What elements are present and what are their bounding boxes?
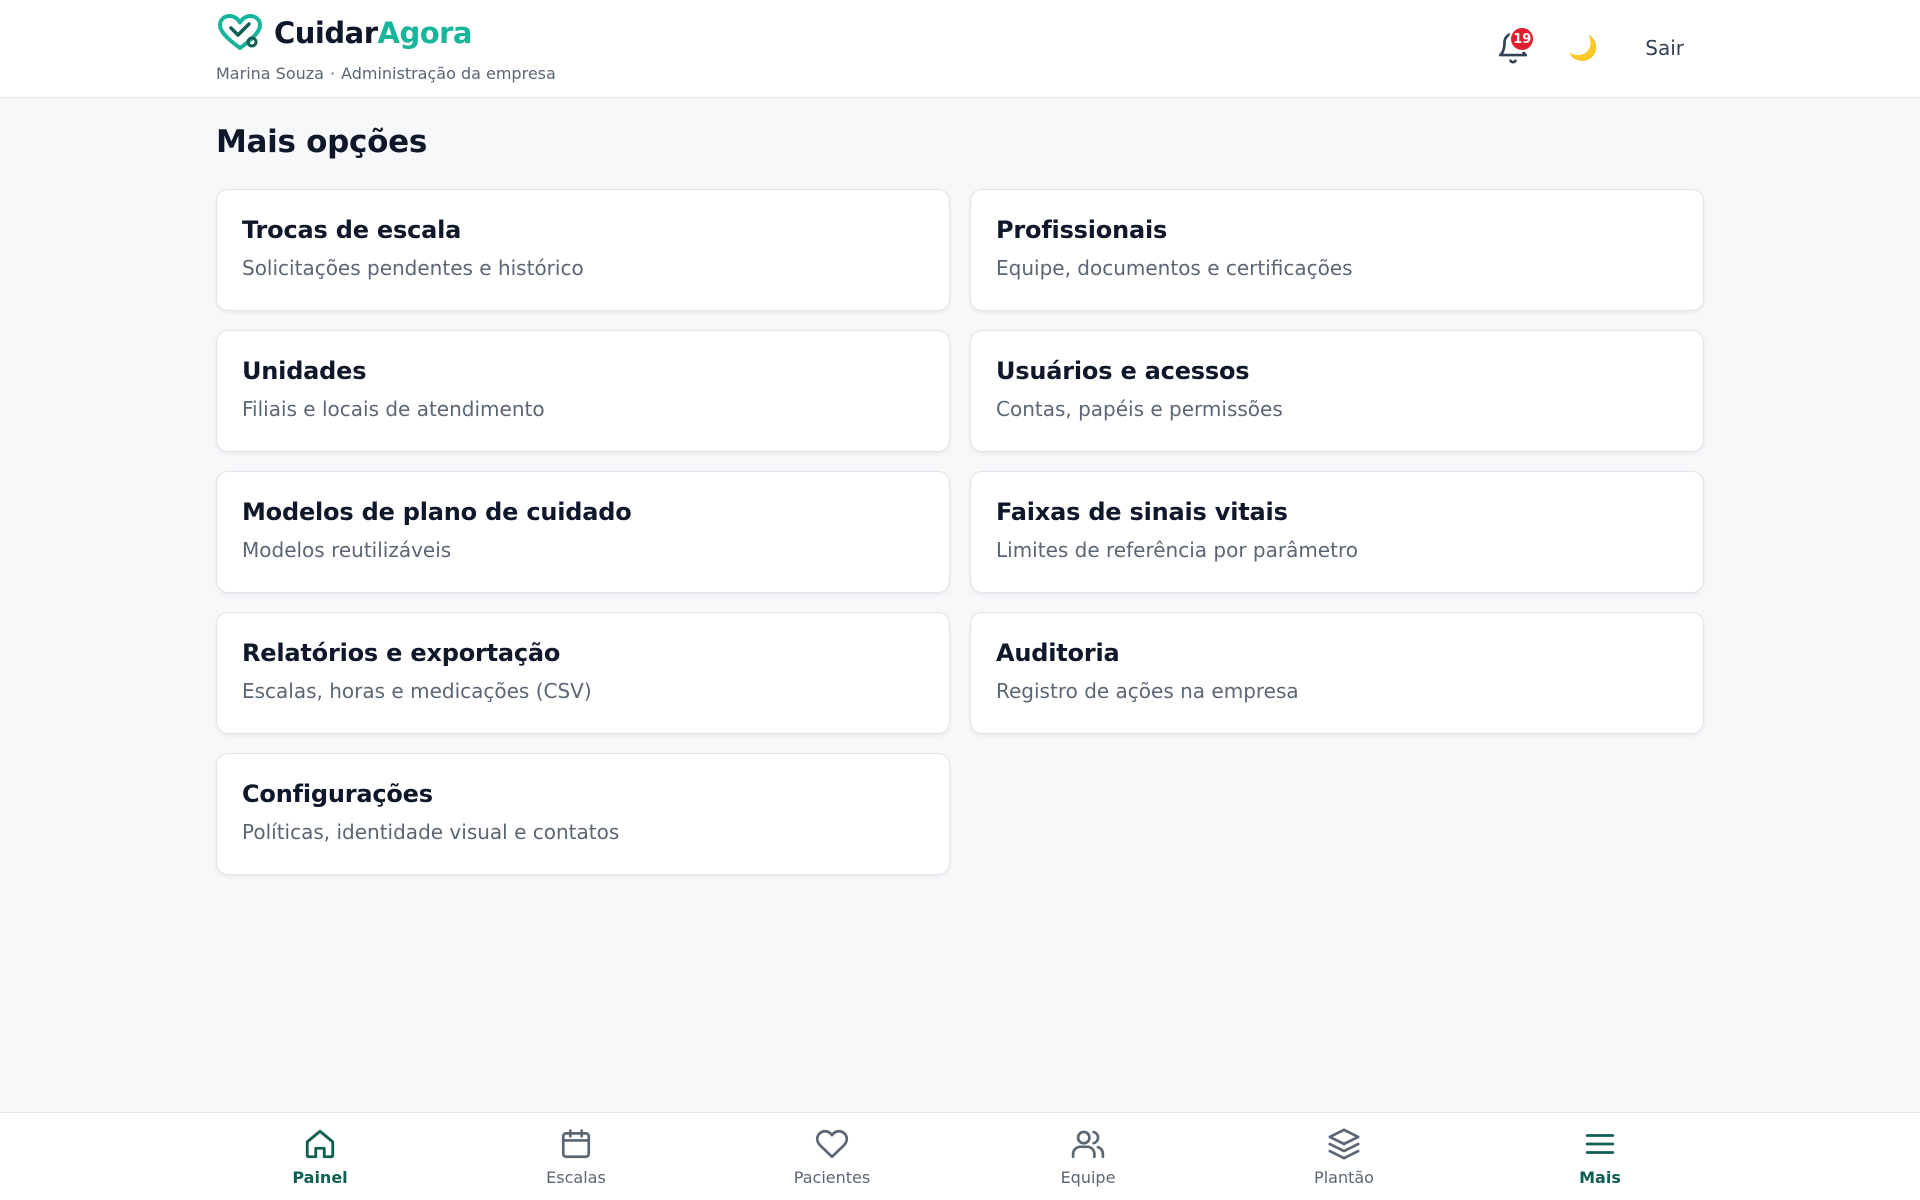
- option-card-schedule-swaps[interactable]: Trocas de escala Solicitações pendentes …: [216, 189, 950, 311]
- option-card-audit[interactable]: Auditoria Registro de ações na empresa: [970, 612, 1704, 734]
- nav-label: Equipe: [1060, 1168, 1116, 1187]
- header-actions: 19 🌙 Sair: [1493, 26, 1688, 70]
- nav-label: Plantão: [1314, 1168, 1374, 1187]
- nav-item-escalas[interactable]: Escalas: [506, 1127, 646, 1187]
- card-description: Escalas, horas e medicações (CSV): [242, 679, 592, 703]
- card-description: Equipe, documentos e certificações: [996, 256, 1353, 280]
- nav-label: Pacientes: [793, 1168, 871, 1187]
- nav-label: Mais: [1579, 1168, 1621, 1187]
- app-header: CuidarAgora Marina Souza · Administração d…: [0, 0, 1920, 98]
- card-title: Unidades: [242, 357, 367, 385]
- user-subline: Marina Souza · Administração da empresa: [216, 64, 556, 83]
- card-description: Filiais e locais de atendimento: [242, 397, 545, 421]
- notifications-button[interactable]: 19: [1493, 26, 1536, 70]
- menu-icon: [1585, 1134, 1615, 1154]
- user-name: Marina Souza: [216, 64, 324, 83]
- card-title: Modelos de plano de cuidado: [242, 498, 632, 526]
- heart-icon: [815, 1129, 849, 1159]
- notification-count-badge: 19: [1509, 26, 1536, 52]
- options-grid: Trocas de escala Solicitações pendentes …: [216, 189, 1704, 875]
- calendar-icon: [561, 1129, 591, 1159]
- card-title: Profissionais: [996, 216, 1168, 244]
- page-title: Mais opções: [216, 124, 427, 160]
- brand-name-part2: Agora: [377, 16, 473, 50]
- card-description: Contas, papéis e permissões: [996, 397, 1283, 421]
- card-title: Auditoria: [996, 639, 1120, 667]
- nav-item-plantao[interactable]: Plantão: [1274, 1127, 1414, 1187]
- card-description: Solicitações pendentes e histórico: [242, 256, 584, 280]
- card-description: Políticas, identidade visual e contatos: [242, 820, 620, 844]
- option-card-care-plan-templates[interactable]: Modelos de plano de cuidado Modelos reut…: [216, 471, 950, 593]
- card-description: Limites de referência por parâmetro: [996, 538, 1358, 562]
- logout-button[interactable]: Sair: [1641, 30, 1688, 66]
- nav-item-mais[interactable]: Mais: [1530, 1127, 1670, 1187]
- card-title: Usuários e acessos: [996, 357, 1250, 385]
- moon-icon: 🌙: [1568, 34, 1599, 62]
- card-title: Configurações: [242, 780, 433, 808]
- card-title: Trocas de escala: [242, 216, 462, 244]
- card-title: Faixas de sinais vitais: [996, 498, 1288, 526]
- user-role: Administração da empresa: [341, 64, 556, 83]
- nav-label: Painel: [292, 1168, 348, 1187]
- card-title: Relatórios e exportação: [242, 639, 561, 667]
- layers-icon: [1328, 1128, 1360, 1160]
- brand[interactable]: CuidarAgora: [216, 14, 472, 52]
- brand-name: CuidarAgora: [274, 16, 472, 50]
- option-card-units[interactable]: Unidades Filiais e locais de atendimento: [216, 330, 950, 452]
- theme-toggle-button[interactable]: 🌙: [1563, 26, 1603, 70]
- nav-label: Escalas: [546, 1168, 606, 1187]
- nav-item-painel[interactable]: Painel: [250, 1127, 390, 1187]
- heart-stethoscope-logo-icon: [218, 14, 262, 50]
- nav-item-equipe[interactable]: Equipe: [1018, 1127, 1158, 1187]
- option-card-professionals[interactable]: Profissionais Equipe, documentos e certi…: [970, 189, 1704, 311]
- option-card-reports-export[interactable]: Relatórios e exportação Escalas, horas e…: [216, 612, 950, 734]
- option-card-users-access[interactable]: Usuários e acessos Contas, papéis e perm…: [970, 330, 1704, 452]
- option-card-settings[interactable]: Configurações Políticas, identidade visu…: [216, 753, 950, 875]
- bottom-navigation: Painel Escalas Pacientes Equipe Plantão …: [0, 1112, 1920, 1200]
- brand-name-part1: Cuidar: [274, 16, 378, 50]
- card-description: Registro de ações na empresa: [996, 679, 1299, 703]
- nav-item-pacientes[interactable]: Pacientes: [762, 1127, 902, 1187]
- card-description: Modelos reutilizáveis: [242, 538, 452, 562]
- subline-separator: ·: [329, 64, 336, 83]
- option-card-vital-sign-ranges[interactable]: Faixas de sinais vitais Limites de refer…: [970, 471, 1704, 593]
- users-icon: [1071, 1130, 1105, 1159]
- home-icon: [305, 1129, 335, 1159]
